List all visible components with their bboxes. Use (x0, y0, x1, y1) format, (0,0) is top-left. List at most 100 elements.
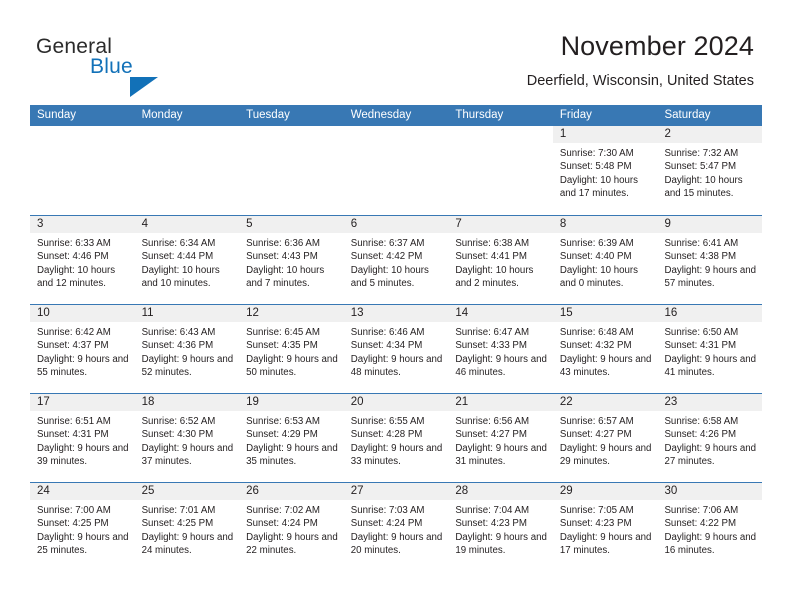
day-sun-info: Sunrise: 6:34 AM Sunset: 4:44 PM Daylight:… (135, 233, 240, 290)
sunrise-text: Sunrise: 6:50 AM (664, 327, 739, 338)
day-number-bar: 28 (448, 483, 553, 500)
day-cell-empty (134, 126, 240, 215)
day-number: 21 (455, 396, 469, 408)
daylight-text: Daylight: 9 hours and 48 minutes. (350, 353, 443, 378)
day-number-bar: 7 (448, 216, 553, 233)
day-number: 17 (37, 396, 50, 408)
sunrise-text: Sunrise: 7:32 AM (664, 148, 739, 159)
day-cell[interactable]: 7 Sunrise: 6:38 AM Sunset: 4:41 PM Daylight… (448, 216, 553, 304)
day-number: 19 (246, 396, 259, 408)
daylight-text: Daylight: 9 hours and 57 minutes. (664, 264, 757, 289)
sunset-text: Sunset: 4:28 PM (350, 429, 423, 441)
day-cell[interactable]: 30 Sunrise: 7:06 AM Sunset: 4:22 PM Dayligh… (657, 483, 763, 571)
day-sun-info: Sunrise: 6:51 AM Sunset: 4:31 PM Daylight:… (30, 411, 135, 468)
day-sun-info: Sunrise: 6:37 AM Sunset: 4:42 PM Daylight:… (344, 233, 449, 290)
day-number-bar: 23 (657, 394, 763, 411)
daylight-text: Daylight: 9 hours and 46 minutes. (455, 353, 547, 378)
sunrise-text: Sunrise: 6:42 AM (37, 327, 111, 338)
day-sun-info: Sunrise: 6:55 AM Sunset: 4:28 PM Daylight:… (344, 411, 449, 468)
sunrise-text: Sunrise: 6:45 AM (246, 327, 320, 338)
sunrise-text: Sunrise: 6:36 AM (246, 238, 320, 249)
day-cell[interactable]: 27 Sunrise: 7:03 AM Sunset: 4:24 PM Dayligh… (343, 483, 449, 571)
sunset-text: Sunset: 4:34 PM (350, 340, 423, 352)
day-cell[interactable]: 29 Sunrise: 7:05 AM Sunset: 4:23 PM Dayligh… (552, 483, 658, 571)
day-cell[interactable]: 26 Sunrise: 7:02 AM Sunset: 4:24 PM Dayligh… (239, 483, 344, 571)
weekday-header-tuesday: Tuesday (246, 109, 290, 121)
day-sun-info: Sunrise: 7:05 AM Sunset: 4:23 PM Daylight:… (553, 500, 658, 557)
sunset-text: Sunset: 4:23 PM (559, 518, 632, 530)
daylight-text: Daylight: 10 hours and 5 minutes. (350, 264, 429, 289)
weekday-header-saturday: Saturday (664, 109, 711, 121)
day-cell[interactable]: 25 Sunrise: 7:01 AM Sunset: 4:25 PM Dayligh… (134, 483, 240, 571)
day-number: 24 (37, 485, 50, 497)
day-cell[interactable]: 28 Sunrise: 7:04 AM Sunset: 4:23 PM Dayligh… (448, 483, 553, 571)
sunrise-text: Sunrise: 6:43 AM (141, 327, 216, 338)
day-cell[interactable]: 14 Sunrise: 6:47 AM Sunset: 4:33 PM Dayligh… (448, 305, 553, 393)
day-sun-info: Sunrise: 7:00 AM Sunset: 4:25 PM Daylight:… (30, 500, 135, 557)
daylight-text: Daylight: 9 hours and 43 minutes. (559, 353, 652, 378)
day-cell[interactable]: 16 Sunrise: 6:50 AM Sunset: 4:31 PM Dayligh… (657, 305, 763, 393)
day-number-bar (30, 126, 135, 143)
daylight-text: Daylight: 9 hours and 25 minutes. (37, 531, 129, 556)
day-cell[interactable]: 12 Sunrise: 6:45 AM Sunset: 4:35 PM Dayligh… (239, 305, 344, 393)
day-cell[interactable]: 5 Sunrise: 6:36 AM Sunset: 4:43 PM Daylight… (239, 216, 344, 304)
day-number: 1 (559, 128, 567, 140)
day-cell[interactable]: 23 Sunrise: 6:58 AM Sunset: 4:26 PM Dayligh… (657, 394, 763, 482)
day-number-bar: 5 (239, 216, 344, 233)
day-number-bar: 10 (30, 305, 135, 322)
day-cell[interactable]: 9 Sunrise: 6:41 AM Sunset: 4:38 PM Daylight… (657, 216, 763, 304)
day-cell[interactable]: 21 Sunrise: 6:56 AM Sunset: 4:27 PM Dayligh… (448, 394, 553, 482)
day-cell[interactable]: 6 Sunrise: 6:37 AM Sunset: 4:42 PM Daylight… (343, 216, 449, 304)
day-number: 20 (350, 396, 364, 408)
sunrise-text: Sunrise: 7:30 AM (559, 148, 634, 159)
sunrise-text: Sunrise: 7:00 AM (37, 505, 111, 516)
day-cell[interactable]: 11 Sunrise: 6:43 AM Sunset: 4:36 PM Dayligh… (134, 305, 240, 393)
general-blue-logo[interactable]: General Blue (36, 36, 216, 97)
sunset-text: Sunset: 4:25 PM (141, 518, 214, 530)
day-cell[interactable]: 13 Sunrise: 6:46 AM Sunset: 4:34 PM Dayligh… (343, 305, 449, 393)
day-cell[interactable]: 15 Sunrise: 6:48 AM Sunset: 4:32 PM Dayligh… (552, 305, 658, 393)
day-cell-empty (343, 126, 449, 215)
day-number: 2 (664, 128, 671, 140)
day-cell[interactable]: 2 Sunrise: 7:32 AM Sunset: 5:47 PM Daylight… (657, 126, 763, 215)
sunset-text: Sunset: 4:35 PM (246, 340, 318, 352)
day-number: 27 (350, 485, 364, 497)
day-number-bar (135, 126, 240, 143)
day-number: 4 (141, 218, 148, 230)
day-cell[interactable]: 17 Sunrise: 6:51 AM Sunset: 4:31 PM Dayligh… (30, 394, 135, 482)
sunrise-text: Sunrise: 6:38 AM (455, 238, 530, 249)
weekday-header-thursday: Thursday (455, 109, 504, 121)
daylight-text: Daylight: 9 hours and 20 minutes. (350, 531, 443, 556)
day-number-bar: 8 (552, 216, 658, 233)
weekday-header-friday: Friday (559, 109, 592, 121)
day-sun-info: Sunrise: 6:46 AM Sunset: 4:34 PM Daylight:… (344, 322, 449, 379)
sunset-text: Sunset: 4:40 PM (559, 251, 632, 263)
day-number: 12 (246, 307, 259, 319)
sunset-text: Sunset: 4:24 PM (246, 518, 318, 530)
day-cell[interactable]: 8 Sunrise: 6:39 AM Sunset: 4:40 PM Daylight… (552, 216, 658, 304)
day-number: 30 (664, 485, 678, 497)
day-cell[interactable]: 3 Sunrise: 6:33 AM Sunset: 4:46 PM Daylight… (30, 216, 135, 304)
day-cell[interactable]: 10 Sunrise: 6:42 AM Sunset: 4:37 PM Dayligh… (30, 305, 135, 393)
day-number: 7 (455, 218, 462, 230)
day-number: 23 (664, 396, 678, 408)
daylight-text: Daylight: 9 hours and 39 minutes. (37, 442, 129, 467)
day-number-bar: 12 (239, 305, 344, 322)
day-number: 22 (559, 396, 573, 408)
daylight-text: Daylight: 9 hours and 35 minutes. (246, 442, 338, 467)
day-cell[interactable]: 4 Sunrise: 6:34 AM Sunset: 4:44 PM Daylight… (134, 216, 240, 304)
day-cell[interactable]: 18 Sunrise: 6:52 AM Sunset: 4:30 PM Dayligh… (134, 394, 240, 482)
day-cell[interactable]: 19 Sunrise: 6:53 AM Sunset: 4:29 PM Dayligh… (239, 394, 344, 482)
day-number: 13 (350, 307, 364, 319)
sunrise-text: Sunrise: 6:48 AM (559, 327, 634, 338)
sunrise-text: Sunrise: 6:34 AM (141, 238, 216, 249)
sunrise-text: Sunrise: 7:06 AM (664, 505, 739, 516)
daylight-text: Daylight: 10 hours and 2 minutes. (455, 264, 534, 289)
day-cell[interactable]: 22 Sunrise: 6:57 AM Sunset: 4:27 PM Dayligh… (552, 394, 658, 482)
day-sun-info: Sunrise: 6:58 AM Sunset: 4:26 PM Daylight:… (657, 411, 762, 468)
day-cell[interactable]: 1 Sunrise: 7:30 AM Sunset: 5:48 PM Daylight… (552, 126, 658, 215)
day-number-bar: 14 (448, 305, 553, 322)
day-cell[interactable]: 24 Sunrise: 7:00 AM Sunset: 4:25 PM Dayligh… (30, 483, 135, 571)
day-number-bar: 18 (134, 394, 240, 411)
day-cell[interactable]: 20 Sunrise: 6:55 AM Sunset: 4:28 PM Dayligh… (343, 394, 449, 482)
